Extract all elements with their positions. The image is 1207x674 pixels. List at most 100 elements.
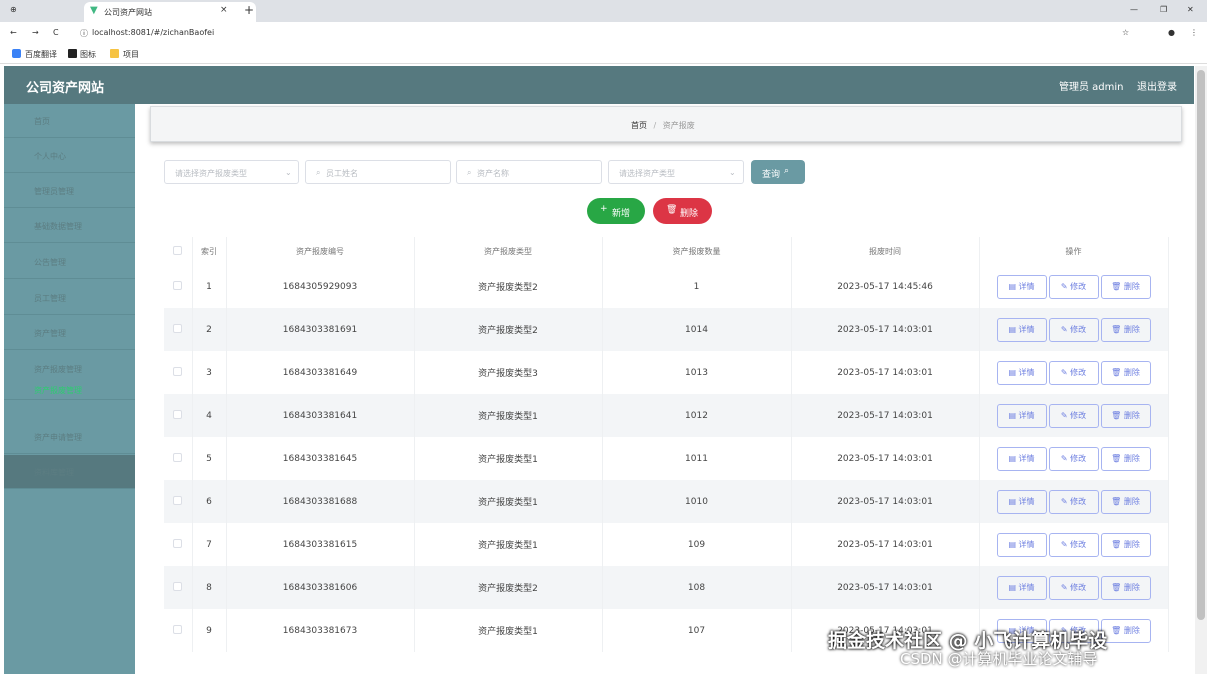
row-code: 1684303381691 xyxy=(226,308,415,351)
row-time: 2023-05-17 14:45:46 xyxy=(791,265,980,308)
row-code: 1684303381641 xyxy=(226,394,415,437)
row-actions: ▤ 详情 ✎ 修改 🗑 删除 xyxy=(979,308,1169,351)
search-button[interactable]: 查询 ⌕ xyxy=(751,160,805,184)
back-icon[interactable]: ← xyxy=(10,28,17,37)
row-quantity: 1010 xyxy=(602,480,792,523)
restore-icon[interactable]: ❐ xyxy=(1160,5,1167,14)
detail-button[interactable]: ▤ 详情 xyxy=(996,360,1047,385)
url-field[interactable]: localhost:8081/#/zichanBaofei xyxy=(92,28,214,37)
bulk-delete-button[interactable]: 🗑 删除 xyxy=(653,198,712,224)
delete-button[interactable]: 🗑 删除 xyxy=(1100,317,1151,342)
detail-button[interactable]: ▤ 详情 xyxy=(996,274,1047,299)
row-type: 资产报废类型2 xyxy=(414,265,603,308)
address-bar: ← → C ⓘ localhost:8081/#/zichanBaofei ☆ … xyxy=(0,22,1207,44)
minimize-icon[interactable]: — xyxy=(1130,5,1138,14)
row-checkbox[interactable] xyxy=(164,265,193,308)
forward-icon[interactable]: → xyxy=(32,28,39,37)
edit-button[interactable]: ✎ 修改 xyxy=(1048,274,1099,299)
row-checkbox[interactable] xyxy=(164,480,193,523)
row-index: 4 xyxy=(192,394,227,437)
sidebar-item-profile[interactable]: 个人中心 xyxy=(4,139,135,173)
row-type: 资产报废类型3 xyxy=(414,351,603,394)
delete-button[interactable]: 🗑 删除 xyxy=(1100,403,1151,428)
delete-button[interactable]: 🗑 删除 xyxy=(1100,618,1151,643)
edit-button[interactable]: ✎ 修改 xyxy=(1048,446,1099,471)
edit-button[interactable]: ✎ 修改 xyxy=(1048,532,1099,557)
row-checkbox[interactable] xyxy=(164,351,193,394)
sidebar-item-scrap[interactable]: 资产报废管理 资产报废管理 xyxy=(4,352,135,400)
edit-button[interactable]: ✎ 修改 xyxy=(1048,360,1099,385)
row-index: 2 xyxy=(192,308,227,351)
edit-button[interactable]: ✎ 修改 xyxy=(1048,575,1099,600)
chevron-down-icon: ⌄ xyxy=(285,168,292,177)
bookmark-star-icon[interactable]: ☆ xyxy=(1122,28,1129,37)
sidebar-item-staff[interactable]: 员工管理 xyxy=(4,281,135,315)
edit-button[interactable]: ✎ 修改 xyxy=(1048,489,1099,514)
asset-type-select[interactable]: 请选择资产类型 ⌄ xyxy=(608,160,744,184)
reload-icon[interactable]: C xyxy=(53,28,59,37)
detail-button[interactable]: ▤ 详情 xyxy=(996,446,1047,471)
row-index: 1 xyxy=(192,265,227,308)
bookmarks-bar: 百度翻译 图标 项目 xyxy=(0,44,1207,64)
detail-button[interactable]: ▤ 详情 xyxy=(996,403,1047,428)
profile-icon[interactable]: ● xyxy=(1168,28,1175,37)
add-button[interactable]: + 新增 xyxy=(587,198,645,224)
scrap-type-select[interactable]: 请选择资产报废类型 ⌄ xyxy=(164,160,299,184)
browser-menu-icon[interactable]: ⊕ xyxy=(10,5,17,14)
sidebar-item-home[interactable]: 首页 xyxy=(4,104,135,138)
sidebar-subitem-scrap[interactable]: 资产报废管理 xyxy=(34,385,82,396)
row-actions: ▤ 详情 ✎ 修改 🗑 删除 xyxy=(979,351,1169,394)
delete-button[interactable]: 🗑 删除 xyxy=(1100,360,1151,385)
detail-button[interactable]: ▤ 详情 xyxy=(996,489,1047,514)
row-time: 2023-05-17 14:03:01 xyxy=(791,480,980,523)
sidebar-item-admin[interactable]: 管理员管理 xyxy=(4,174,135,208)
more-icon[interactable]: ⋮ xyxy=(1190,28,1198,37)
sidebar-item-notice[interactable]: 公告管理 xyxy=(4,245,135,279)
row-checkbox[interactable] xyxy=(164,437,193,480)
delete-button[interactable]: 🗑 删除 xyxy=(1100,446,1151,471)
edit-button[interactable]: ✎ 修改 xyxy=(1048,317,1099,342)
row-checkbox[interactable] xyxy=(164,566,193,609)
sidebar-item-apply[interactable]: 资产申请管理 xyxy=(4,420,135,454)
bookmark-item[interactable]: 图标 xyxy=(80,49,96,60)
row-actions: ▤ 详情 ✎ 修改 🗑 删除 xyxy=(979,523,1169,566)
bookmark-item[interactable]: 项目 xyxy=(123,49,139,60)
row-checkbox[interactable] xyxy=(164,523,193,566)
new-tab-icon[interactable]: + xyxy=(244,3,254,17)
breadcrumb-home[interactable]: 首页 xyxy=(631,121,647,130)
row-quantity: 107 xyxy=(602,609,792,652)
sidebar-item-base-data[interactable]: 基础数据管理 xyxy=(4,209,135,243)
sidebar-item-library[interactable]: 资料库管理 xyxy=(4,455,135,489)
bookmark-item[interactable]: 百度翻译 xyxy=(25,49,57,60)
asset-name-input[interactable]: ⌕ 资产名称 xyxy=(456,160,602,184)
edit-button[interactable]: ✎ 修改 xyxy=(1048,403,1099,428)
detail-button[interactable]: ▤ 详情 xyxy=(996,317,1047,342)
close-icon[interactable]: × xyxy=(220,5,228,15)
table-row: 3 1684303381649 资产报废类型3 1013 2023-05-17 … xyxy=(164,351,1169,394)
scrollbar-thumb[interactable] xyxy=(1197,70,1205,620)
search-icon: ⌕ xyxy=(316,168,321,177)
row-checkbox[interactable] xyxy=(164,394,193,437)
sidebar-item-asset[interactable]: 资产管理 xyxy=(4,316,135,350)
row-checkbox[interactable] xyxy=(164,308,193,351)
row-checkbox[interactable] xyxy=(164,609,193,652)
search-icon: ⌕ xyxy=(467,168,472,177)
row-time: 2023-05-17 14:03:01 xyxy=(791,351,980,394)
delete-button[interactable]: 🗑 删除 xyxy=(1100,489,1151,514)
browser-tab[interactable]: ▼ 公司资产网站 × xyxy=(84,2,256,22)
select-all-checkbox[interactable] xyxy=(164,237,193,265)
delete-button[interactable]: 🗑 删除 xyxy=(1100,532,1151,557)
detail-button[interactable]: ▤ 详情 xyxy=(996,575,1047,600)
row-time: 2023-05-17 14:03:01 xyxy=(791,566,980,609)
detail-button[interactable]: ▤ 详情 xyxy=(996,532,1047,557)
row-code: 1684303381673 xyxy=(226,609,415,652)
user-label: 管理员 admin xyxy=(1059,82,1124,93)
staff-name-input[interactable]: ⌕ 员工姓名 xyxy=(305,160,451,184)
delete-button[interactable]: 🗑 删除 xyxy=(1100,575,1151,600)
breadcrumb: 首页 / 资产报废 xyxy=(150,106,1182,142)
window-close-icon[interactable]: ✕ xyxy=(1187,5,1194,14)
chevron-down-icon: ⌄ xyxy=(729,168,736,177)
delete-button[interactable]: 🗑 删除 xyxy=(1100,274,1151,299)
row-type: 资产报废类型1 xyxy=(414,523,603,566)
logout-link[interactable]: 退出登录 xyxy=(1137,78,1177,93)
